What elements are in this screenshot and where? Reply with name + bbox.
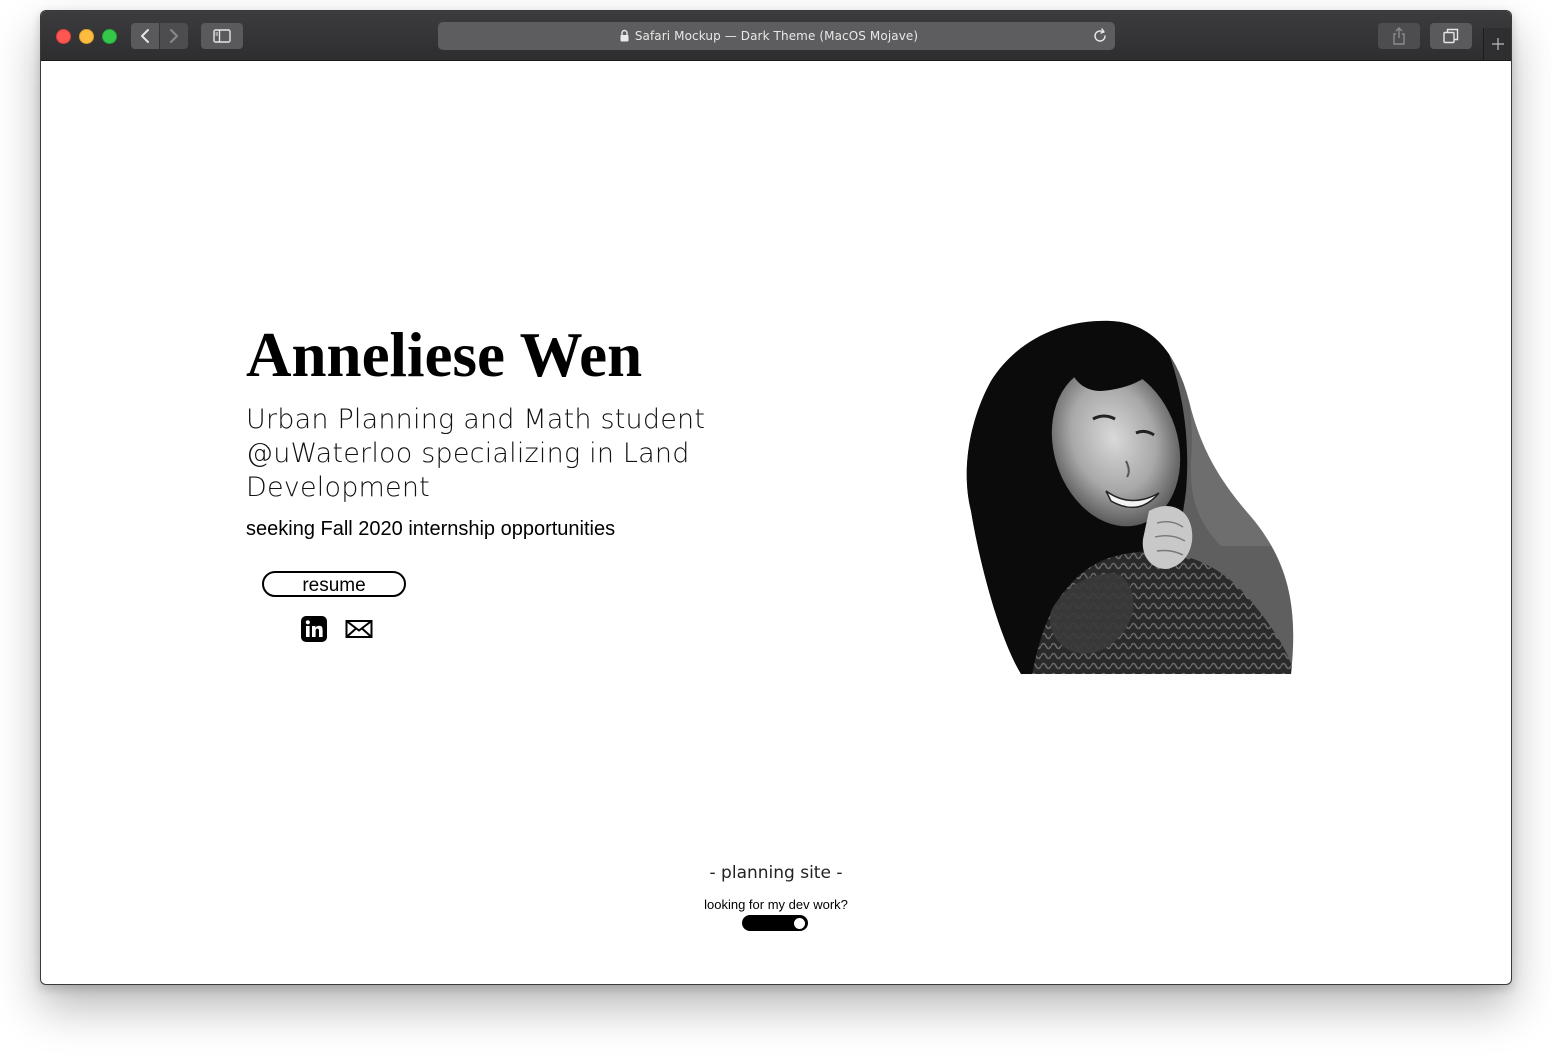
new-tab-button[interactable] [1483,28,1511,60]
sidebar-toggle-button[interactable] [201,23,243,49]
linkedin-icon[interactable] [301,616,327,642]
forward-button[interactable] [160,23,188,49]
dev-site-toggle[interactable] [742,915,808,931]
page-title-text: Safari Mockup — Dark Theme (MacOS Mojave… [634,29,919,43]
hero-name: Anneliese Wen [246,320,643,390]
tab-overview-button[interactable] [1430,23,1472,49]
resume-button[interactable]: resume [262,571,406,597]
dev-work-prompt: looking for my dev work? [704,897,848,912]
toggle-knob [793,917,806,930]
address-bar[interactable]: Safari Mockup — Dark Theme (MacOS Mojave… [438,22,1115,50]
page-content: Anneliese Wen Urban Planning and Math st… [41,61,1511,984]
zoom-window-button[interactable] [102,29,117,44]
back-button[interactable] [131,23,159,49]
minimize-window-button[interactable] [79,29,94,44]
browser-window: Safari Mockup — Dark Theme (MacOS Mojave… [40,10,1512,985]
site-label: - planning site - [709,863,843,883]
tabs-icon [1443,28,1459,44]
browser-titlebar: Safari Mockup — Dark Theme (MacOS Mojave… [41,11,1511,61]
plus-icon [1492,38,1504,50]
chevron-left-icon [141,29,149,43]
sidebar-icon [213,29,231,43]
reload-icon[interactable] [1091,27,1109,45]
share-icon [1393,27,1405,45]
seeking-text: seeking Fall 2020 internship opportuniti… [246,518,616,540]
chevron-right-icon [170,29,178,43]
portrait-photo [966,320,1294,674]
hero-tagline: Urban Planning and Math student @uWaterl… [246,404,706,503]
share-button[interactable] [1378,23,1420,49]
close-window-button[interactable] [56,29,71,44]
mail-icon[interactable] [345,616,373,642]
